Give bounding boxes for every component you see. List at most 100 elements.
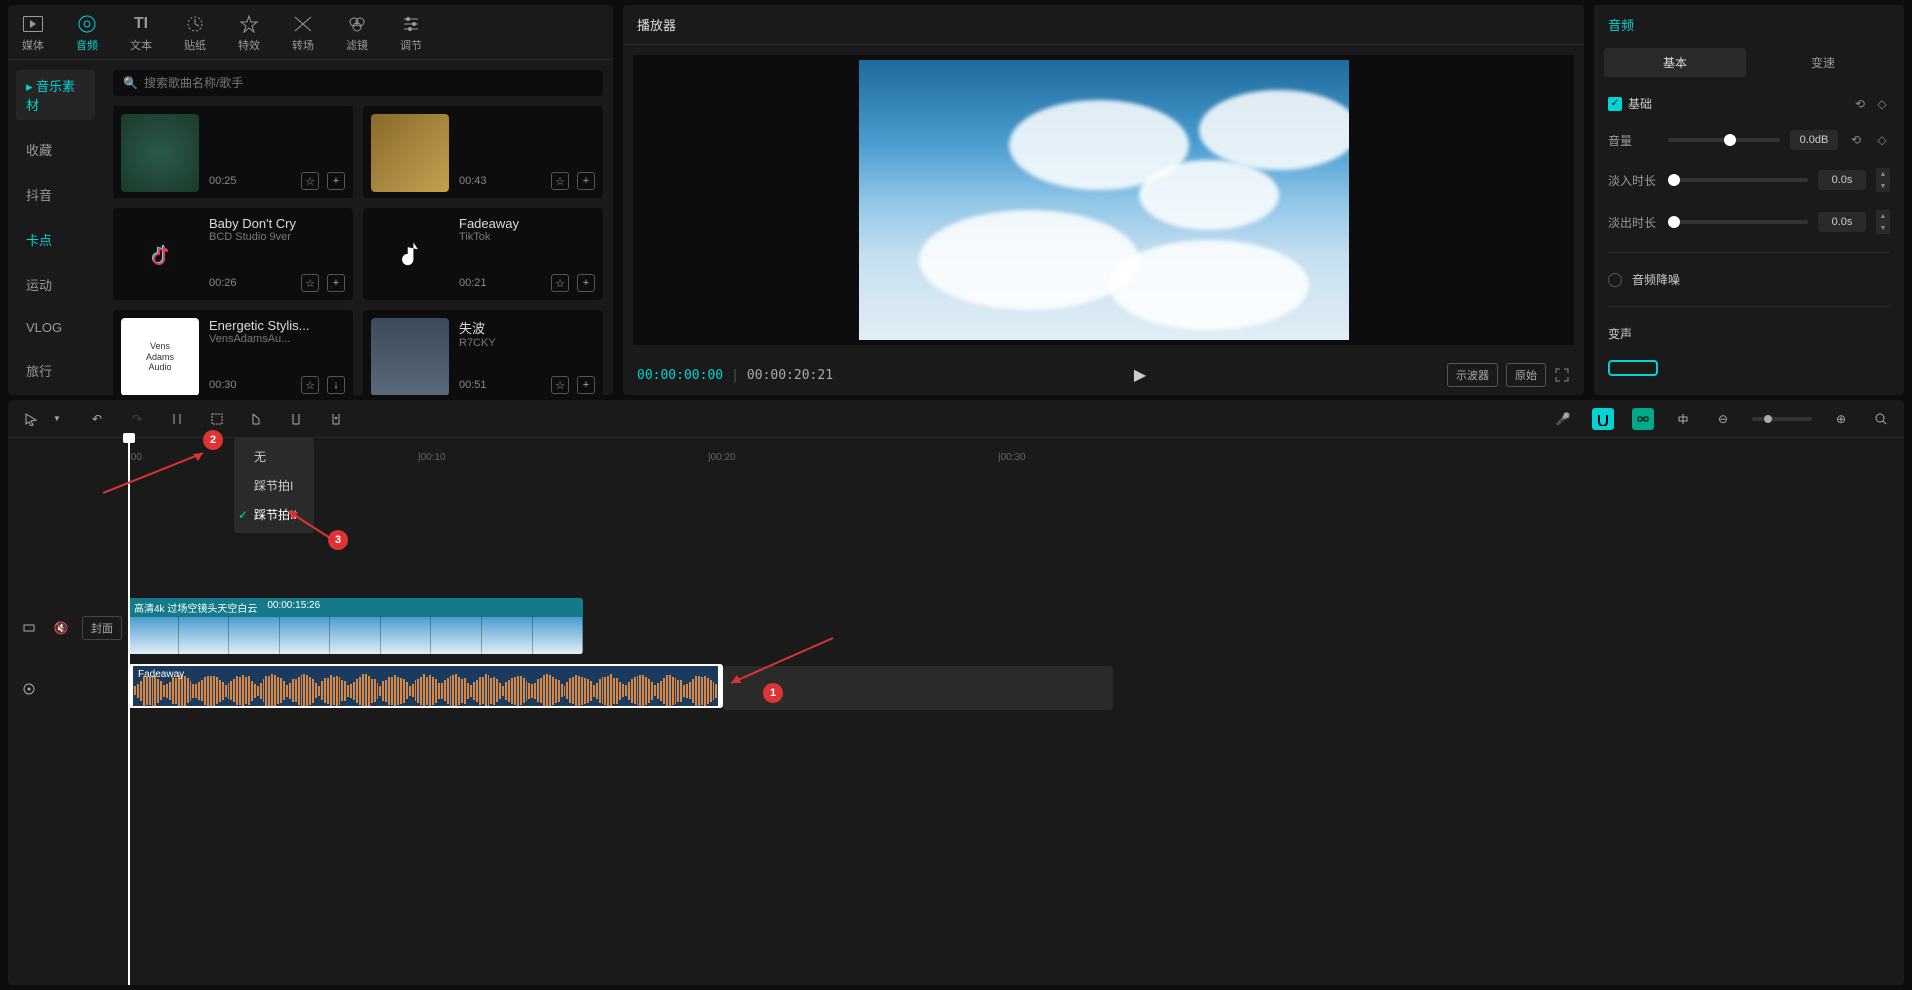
ruler[interactable]: :00 |00:10 |00:20 |00:30 [128, 452, 1904, 468]
align-icon[interactable] [1672, 408, 1694, 430]
fav-icon[interactable]: ☆ [551, 274, 569, 292]
noise-radio[interactable] [1608, 273, 1622, 287]
video-track: 🔇 封面 高清4k 过场空镜头天空白云 00:00:15:26 [8, 598, 1904, 658]
sidebar-music-library[interactable]: ▸ 音乐素材 [16, 70, 95, 120]
zoom-fit[interactable] [1870, 408, 1892, 430]
zoom-slider[interactable] [1752, 417, 1812, 421]
dropdown-beat1[interactable]: 踩节拍I [234, 471, 314, 500]
music-thumb: VensAdamsAudio [121, 318, 199, 395]
fadein-slider[interactable] [1668, 178, 1808, 182]
current-time: 00:00:00:00 [637, 368, 723, 383]
music-grid: 00:25☆+ 00:43☆+ [113, 106, 603, 395]
voice-option[interactable] [1608, 360, 1658, 376]
redo-button[interactable]: ↷ [126, 408, 148, 430]
music-item[interactable]: Baby Don't CryBCD Studio 9ver 00:26☆+ [113, 208, 353, 300]
fadeout-slider[interactable] [1668, 220, 1808, 224]
undo-button[interactable]: ↶ [86, 408, 108, 430]
sidebar-sport[interactable]: 运动 [8, 269, 103, 300]
search-bar[interactable]: 🔍 [113, 70, 603, 96]
pointer-dropdown[interactable]: ▼ [46, 408, 68, 430]
dropdown-beat2[interactable]: 踩节拍II [234, 500, 314, 529]
annotation-badge-3: 3 [328, 530, 348, 550]
fadeout-value[interactable]: 0.0s [1818, 212, 1866, 232]
play-button[interactable]: ▶ [1134, 365, 1146, 385]
volume-label: 音量 [1608, 132, 1658, 149]
music-item[interactable]: 00:43☆+ [363, 106, 603, 198]
marker-clear[interactable] [326, 408, 348, 430]
fav-icon[interactable]: ☆ [301, 172, 319, 190]
search-input[interactable] [144, 76, 593, 90]
effect-icon [238, 13, 260, 35]
fadein-label: 淡入时长 [1608, 172, 1658, 189]
volume-value[interactable]: 0.0dB [1790, 130, 1838, 150]
fadein-stepper[interactable]: ▲▼ [1876, 168, 1890, 192]
basic-checkbox[interactable]: ✓ [1608, 97, 1622, 111]
add-icon[interactable]: + [577, 172, 595, 190]
annotation-badge-1: 1 [763, 683, 783, 703]
add-icon[interactable]: + [577, 376, 595, 394]
add-icon[interactable]: + [327, 274, 345, 292]
sidebar-douyin[interactable]: 抖音 [8, 179, 103, 210]
cover-button[interactable]: 封面 [82, 616, 122, 640]
total-time: 00:00:20:21 [747, 368, 833, 383]
tab-speed[interactable]: 变速 [1752, 48, 1894, 77]
reset-icon[interactable]: ⟲ [1852, 96, 1868, 112]
fav-icon[interactable]: ☆ [551, 376, 569, 394]
beat-button[interactable] [206, 408, 228, 430]
tab-basic[interactable]: 基本 [1604, 48, 1746, 77]
sidebar-vlog[interactable]: VLOG [8, 314, 103, 341]
video-clip[interactable]: 高清4k 过场空镜头天空白云 00:00:15:26 [128, 598, 583, 654]
keyframe-icon[interactable]: ◇ [1874, 132, 1890, 148]
music-thumb [121, 216, 199, 294]
marker-out[interactable] [286, 408, 308, 430]
clip-duration: 00:00:15:26 [267, 600, 320, 615]
reset-icon[interactable]: ⟲ [1848, 132, 1864, 148]
nav-transition[interactable]: 转场 [288, 11, 318, 55]
nav-adjust[interactable]: 调节 [396, 11, 426, 55]
mute-icon[interactable]: 🔇 [50, 617, 72, 639]
fav-icon[interactable]: ☆ [551, 172, 569, 190]
fullscreen-icon[interactable] [1554, 367, 1570, 383]
link-icon[interactable] [1632, 408, 1654, 430]
fav-icon[interactable]: ☆ [301, 274, 319, 292]
music-item[interactable]: 失波R7CKY 00:51☆+ [363, 310, 603, 395]
fav-icon[interactable]: ☆ [301, 376, 319, 394]
track-settings-icon[interactable] [18, 678, 40, 700]
nav-sticker[interactable]: 贴纸 [180, 11, 210, 55]
preview-image [859, 60, 1349, 340]
volume-slider[interactable] [1668, 138, 1780, 142]
add-icon[interactable]: + [327, 172, 345, 190]
zoom-out[interactable]: ⊖ [1712, 408, 1734, 430]
oscilloscope-button[interactable]: 示波器 [1447, 363, 1498, 387]
sidebar-favorites[interactable]: 收藏 [8, 134, 103, 165]
nav-text[interactable]: TI 文本 [126, 11, 156, 55]
original-button[interactable]: 原始 [1506, 363, 1546, 387]
fadein-value[interactable]: 0.0s [1818, 170, 1866, 190]
music-item[interactable]: FadeawayTikTok 00:21☆+ [363, 208, 603, 300]
pointer-tool[interactable] [20, 408, 42, 430]
nav-media[interactable]: 媒体 [18, 11, 48, 55]
music-thumb [121, 114, 199, 192]
music-thumb [371, 216, 449, 294]
music-item[interactable]: 00:25☆+ [113, 106, 353, 198]
nav-effect[interactable]: 特效 [234, 11, 264, 55]
dropdown-none[interactable]: 无 [234, 442, 314, 471]
add-icon[interactable]: + [577, 274, 595, 292]
marker-in[interactable] [246, 408, 268, 430]
mic-icon[interactable]: 🎤 [1552, 408, 1574, 430]
nav-audio[interactable]: 音频 [72, 11, 102, 55]
download-icon[interactable]: ↓ [327, 376, 345, 394]
track-toggle-icon[interactable] [18, 617, 40, 639]
split-button[interactable] [166, 408, 188, 430]
zoom-in[interactable]: ⊕ [1830, 408, 1852, 430]
playhead[interactable] [128, 438, 130, 985]
nav-filter[interactable]: 滤镜 [342, 11, 372, 55]
fadeout-stepper[interactable]: ▲▼ [1876, 210, 1890, 234]
keyframe-icon[interactable]: ◇ [1874, 96, 1890, 112]
preview-canvas[interactable] [633, 55, 1574, 345]
sidebar-beat[interactable]: 卡点 [8, 224, 103, 255]
music-item[interactable]: VensAdamsAudio Energetic Stylis...VensAd… [113, 310, 353, 395]
magnet-icon[interactable] [1592, 408, 1614, 430]
audio-clip[interactable]: Fadeaway [128, 664, 723, 708]
sidebar-travel[interactable]: 旅行 [8, 355, 103, 386]
